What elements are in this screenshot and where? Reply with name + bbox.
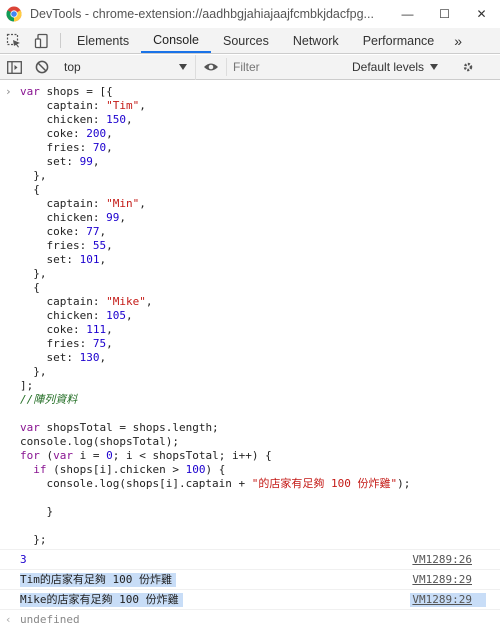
code-line: captain: "Mike",: [20, 295, 153, 308]
log-source-link[interactable]: VM1289:29: [412, 573, 472, 587]
console-toolbar: top Default levels: [0, 54, 500, 80]
log-message: Tim的店家有足夠 100 份炸雞: [20, 573, 176, 587]
code-line: captain: "Min",: [20, 197, 146, 210]
log-source-link[interactable]: VM1289:26: [412, 553, 472, 567]
log-levels-label: Default levels: [352, 60, 425, 74]
code-line: },: [20, 365, 47, 378]
context-value: top: [64, 60, 81, 74]
log-row: Mike的店家有足夠 100 份炸雞 VM1289:29: [0, 589, 500, 609]
tab-elements[interactable]: Elements: [65, 28, 141, 53]
result-value: undefined: [20, 613, 80, 626]
chrome-logo-icon: [6, 6, 22, 22]
window-title: DevTools - chrome-extension://aadhbgjahi…: [30, 7, 374, 21]
code-line: coke: 200,: [20, 127, 113, 140]
live-expression-eye-icon[interactable]: [196, 62, 226, 72]
log-message: Mike的店家有足夠 100 份炸雞: [20, 593, 183, 607]
console-settings-icon[interactable]: [454, 61, 482, 73]
code-line: chicken: 150,: [20, 113, 133, 126]
code-line: chicken: 99,: [20, 211, 126, 224]
input-prompt-icon: ›: [5, 85, 12, 98]
code-line: console.log(shops[i].captain + "的店家有足夠 1…: [20, 477, 411, 490]
result-row: ‹ undefined: [0, 609, 500, 628]
code-line: set: 130,: [20, 351, 107, 364]
code-line: fries: 75,: [20, 337, 113, 350]
code-line: if (shops[i].chicken > 100) {: [33, 463, 226, 476]
result-arrow-icon: ‹: [5, 613, 12, 626]
code-line: },: [20, 267, 47, 280]
code-line: for (var i = 0; i < shopsTotal; i++) {: [20, 449, 272, 462]
window-titlebar: DevTools - chrome-extension://aadhbgjahi…: [0, 0, 500, 28]
code-line: var shopsTotal = shops.length;: [20, 421, 219, 434]
log-source-link[interactable]: VM1289:29: [410, 593, 486, 607]
dropdown-arrow-icon: [430, 64, 439, 70]
clear-console-icon[interactable]: [28, 60, 56, 74]
sidebar-toggle-icon[interactable]: [0, 60, 28, 74]
code-line: fries: 70,: [20, 141, 113, 154]
code-line: var shops = [{: [20, 85, 113, 98]
inspect-element-icon[interactable]: [0, 28, 28, 53]
code-line: {: [20, 183, 40, 196]
dropdown-arrow-icon: [179, 64, 187, 70]
code-line: coke: 111,: [20, 323, 113, 336]
code-line: coke: 77,: [20, 225, 107, 238]
context-selector[interactable]: top: [56, 54, 196, 80]
console-output: › var shops = [{ captain: "Tim", chicken…: [0, 81, 500, 628]
tab-sources[interactable]: Sources: [211, 28, 281, 53]
filter-input[interactable]: [226, 58, 344, 76]
code-line: chicken: 105,: [20, 309, 133, 322]
device-toolbar-icon[interactable]: [28, 28, 56, 53]
code-line: };: [20, 533, 47, 546]
code-line: }: [20, 505, 54, 518]
code-line: set: 99,: [20, 155, 100, 168]
toolbar-divider: [60, 33, 61, 48]
code-line: fries: 55,: [20, 239, 113, 252]
code-line: captain: "Tim",: [20, 99, 146, 112]
code-line: },: [20, 169, 47, 182]
minimize-button[interactable]: —: [389, 0, 426, 28]
code-line: {: [20, 281, 40, 294]
tab-console[interactable]: Console: [141, 28, 211, 53]
tab-performance[interactable]: Performance: [351, 28, 447, 53]
log-row: Tim的店家有足夠 100 份炸雞 VM1289:29: [0, 569, 500, 589]
code-line: //陣列資料: [20, 393, 78, 406]
log-row: 3 VM1289:26: [0, 549, 500, 569]
maximize-button[interactable]: ☐: [426, 0, 463, 28]
tab-network[interactable]: Network: [281, 28, 351, 53]
devtools-tabbar: Elements Console Sources Network Perform…: [0, 28, 500, 54]
more-tabs-button[interactable]: »: [446, 28, 470, 53]
code-line: ];: [20, 379, 34, 392]
log-levels-dropdown[interactable]: Default levels: [344, 60, 446, 74]
close-button[interactable]: ✕: [463, 0, 500, 28]
code-line: set: 101,: [20, 253, 107, 266]
code-line: console.log(shopsTotal);: [20, 435, 179, 448]
log-message: 3: [20, 553, 27, 566]
